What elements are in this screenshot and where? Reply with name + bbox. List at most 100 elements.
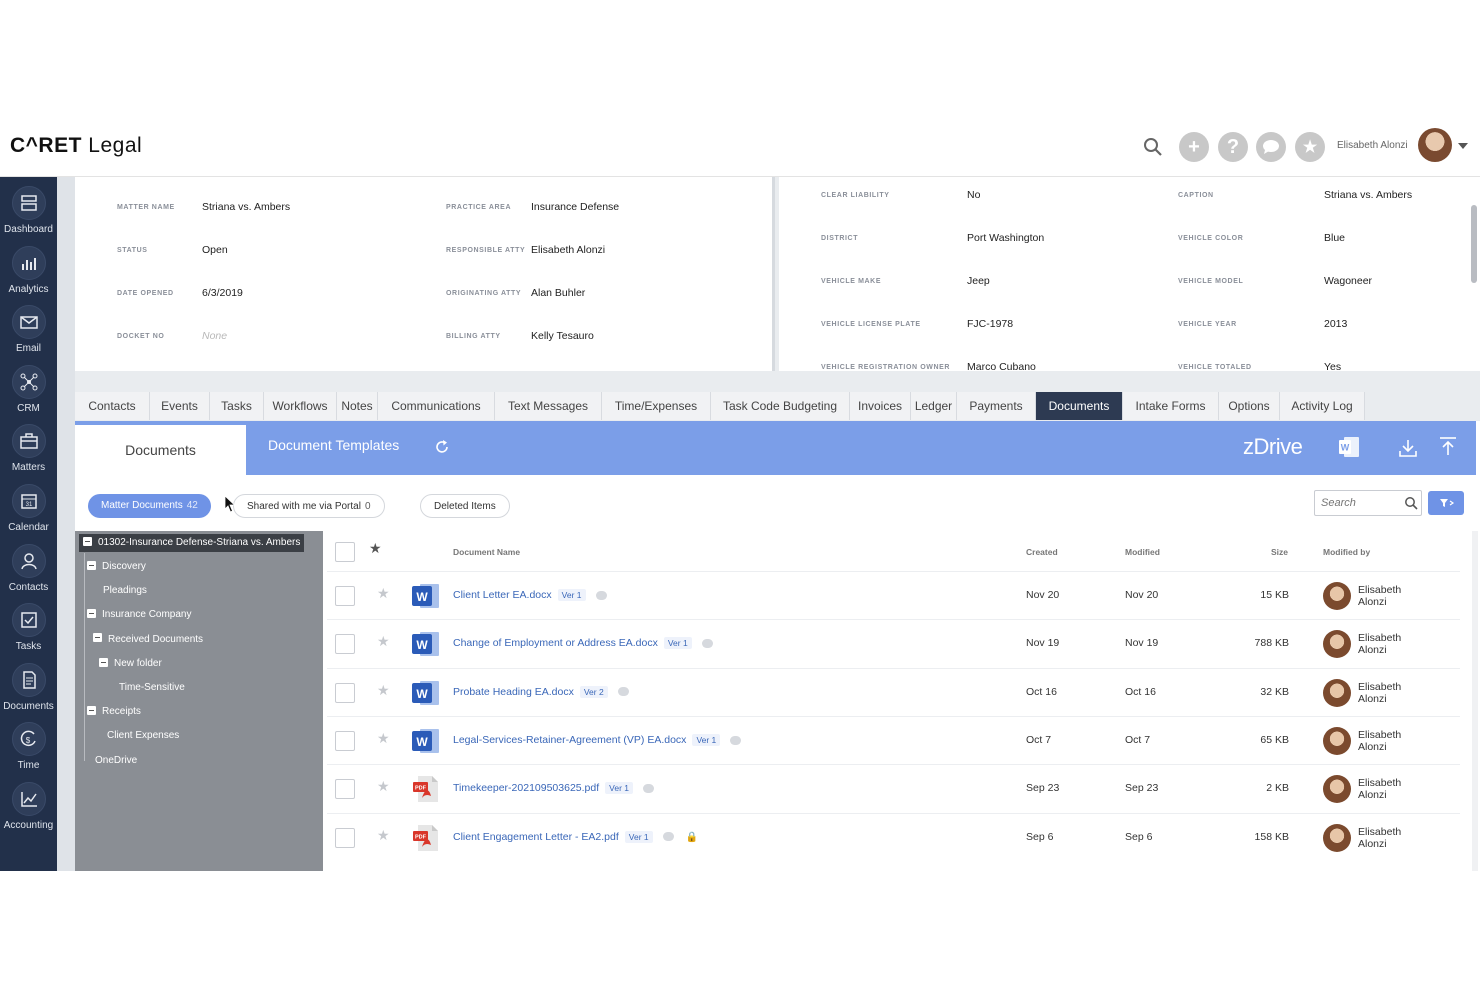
tab-notes[interactable]: Notes [337, 392, 378, 420]
sidebar-item-accounting[interactable]: Accounting [0, 775, 57, 833]
document-name[interactable]: Change of Employment or Address EA.docx [453, 637, 658, 649]
chevron-down-icon[interactable] [1458, 143, 1468, 149]
table-row[interactable]: ★ PDF Timekeeper-202109503625.pdf Ver 1 Sep … [327, 764, 1460, 812]
version-badge[interactable]: Ver 1 [605, 782, 633, 795]
tab-tasks[interactable]: Tasks [210, 392, 264, 420]
table-row[interactable]: ★ W Change of Employment or Address EA.doc… [327, 619, 1460, 667]
tree-folder-time-sensitive[interactable]: Time-Sensitive [115, 679, 185, 697]
tab-workflows[interactable]: Workflows [264, 392, 337, 420]
collapse-icon[interactable] [87, 706, 96, 716]
search-icon[interactable] [1142, 136, 1164, 158]
table-row[interactable]: ★ W Probate Heading EA.docx Ver 2 Oct 16 Oct … [327, 667, 1460, 716]
row-checkbox[interactable] [335, 779, 355, 800]
tree-root-folder[interactable]: 01302-Insurance Defense-Striana vs. Ambe… [79, 534, 305, 552]
tab-communications[interactable]: Communications [378, 392, 495, 420]
tab-ledger[interactable]: Ledger [911, 392, 957, 420]
chat-icon[interactable] [1256, 132, 1286, 162]
filter-button[interactable] [1428, 491, 1464, 515]
sidebar-item-dashboard[interactable]: Dashboard [0, 179, 57, 237]
tab-options[interactable]: Options [1219, 392, 1280, 420]
collapse-icon[interactable] [87, 609, 96, 619]
star-icon[interactable]: ★ [377, 585, 390, 602]
document-name[interactable]: Legal-Services-Retainer-Agreement (VP) E… [453, 734, 686, 746]
upload-icon[interactable] [1437, 435, 1459, 457]
version-badge[interactable]: Ver 1 [692, 733, 721, 746]
tree-folder-receipts[interactable]: Receipts [87, 703, 141, 721]
column-modified-by[interactable]: Modified by [1323, 547, 1370, 557]
subtab-document-templates[interactable]: Document Templates [268, 437, 399, 453]
sidebar-item-matters[interactable]: Matters [0, 417, 57, 475]
tab-text-messages[interactable]: Text Messages [495, 392, 602, 420]
comment-icon[interactable] [617, 687, 629, 697]
tab-time-expenses[interactable]: Time/Expenses [602, 392, 711, 420]
info-scrollbar[interactable] [1471, 205, 1477, 283]
tab-task-code-budgeting[interactable]: Task Code Budgeting [711, 392, 850, 420]
word-online-icon[interactable]: W [1337, 435, 1361, 459]
document-link[interactable]: Client Letter EA.docx Ver 1 [453, 589, 607, 601]
star-icon[interactable]: ★ [377, 633, 390, 650]
filter-shared-portal[interactable]: Shared with me via Portal 0 [233, 494, 385, 518]
tree-folder-received-documents[interactable]: Received Documents [93, 631, 203, 649]
document-name[interactable]: Probate Heading EA.docx [453, 686, 574, 698]
tree-folder-discovery[interactable]: Discovery [87, 558, 146, 576]
table-scrollbar[interactable] [1472, 531, 1478, 871]
collapse-icon[interactable] [87, 560, 96, 570]
document-name[interactable]: Client Letter EA.docx [453, 589, 552, 601]
search-icon[interactable] [1404, 496, 1418, 510]
sidebar-item-crm[interactable]: CRM [0, 358, 57, 416]
table-row[interactable]: ★ W Client Letter EA.docx Ver 1 Nov 20 Nov 20… [327, 571, 1460, 619]
tree-folder-client-expenses[interactable]: Client Expenses [103, 727, 179, 745]
row-checkbox[interactable] [335, 730, 355, 751]
row-checkbox[interactable] [335, 586, 355, 606]
column-created[interactable]: Created [1026, 547, 1058, 557]
star-icon[interactable]: ★ [377, 730, 390, 747]
sidebar-item-time[interactable]: $ Time [0, 715, 57, 773]
plus-icon[interactable]: + [1179, 132, 1209, 162]
tab-payments[interactable]: Payments [957, 392, 1036, 420]
column-document-name[interactable]: Document Name [453, 547, 520, 557]
app-logo[interactable]: C^RET Legal [10, 134, 142, 158]
sidebar-item-contacts[interactable]: Contacts [0, 537, 57, 595]
tree-folder-new-folder[interactable]: New folder [99, 655, 162, 673]
row-checkbox[interactable] [335, 634, 355, 655]
document-name[interactable]: Timekeeper-202109503625.pdf [453, 782, 599, 794]
filter-deleted-items[interactable]: Deleted Items [420, 494, 510, 518]
version-badge[interactable]: Ver 1 [624, 830, 653, 843]
comment-icon[interactable] [643, 783, 654, 793]
comment-icon[interactable] [701, 639, 713, 649]
document-link[interactable]: Client Engagement Letter - EA2.pdf Ver 1 🔒 [453, 830, 698, 843]
sidebar-item-calendar[interactable]: 31 Calendar [0, 477, 57, 535]
row-checkbox[interactable] [335, 827, 355, 848]
table-row[interactable]: ★ PDF Client Engagement Letter - EA2.pdf Ve… [327, 812, 1460, 861]
document-link[interactable]: Change of Employment or Address EA.docx V… [453, 637, 713, 650]
star-icon[interactable]: ★ [377, 778, 390, 795]
sidebar-item-analytics[interactable]: Analytics [0, 239, 57, 297]
tree-folder-pleadings[interactable]: Pleadings [99, 582, 147, 600]
refresh-icon[interactable] [433, 438, 451, 456]
tab-invoices[interactable]: Invoices [850, 392, 911, 420]
document-link[interactable]: Probate Heading EA.docx Ver 2 [453, 685, 629, 698]
select-all-checkbox[interactable] [335, 542, 355, 562]
search-input[interactable] [1315, 491, 1395, 515]
collapse-icon[interactable] [99, 657, 108, 667]
version-badge[interactable]: Ver 2 [579, 685, 608, 698]
tree-folder-onedrive[interactable]: OneDrive [91, 752, 137, 770]
user-avatar[interactable] [1418, 128, 1452, 162]
star-filter-icon[interactable]: ★ [369, 540, 382, 557]
tab-contacts[interactable]: Contacts [75, 392, 150, 420]
collapse-icon[interactable] [93, 633, 102, 643]
tab-intake-forms[interactable]: Intake Forms [1123, 392, 1219, 420]
comment-icon[interactable] [595, 590, 607, 600]
help-icon[interactable]: ? [1218, 132, 1248, 162]
document-link[interactable]: Timekeeper-202109503625.pdf Ver 1 [453, 782, 654, 795]
tab-events[interactable]: Events [150, 392, 210, 420]
star-icon[interactable]: ★ [377, 827, 390, 844]
filter-matter-documents[interactable]: Matter Documents 42 [88, 494, 211, 518]
comment-icon[interactable] [730, 735, 742, 745]
column-size[interactable]: Size [1271, 547, 1288, 557]
row-checkbox[interactable] [335, 682, 355, 703]
sidebar-item-email[interactable]: Email [0, 298, 57, 356]
collapse-icon[interactable] [83, 536, 92, 546]
column-modified[interactable]: Modified [1125, 547, 1160, 557]
document-link[interactable]: Legal-Services-Retainer-Agreement (VP) E… [453, 733, 742, 746]
